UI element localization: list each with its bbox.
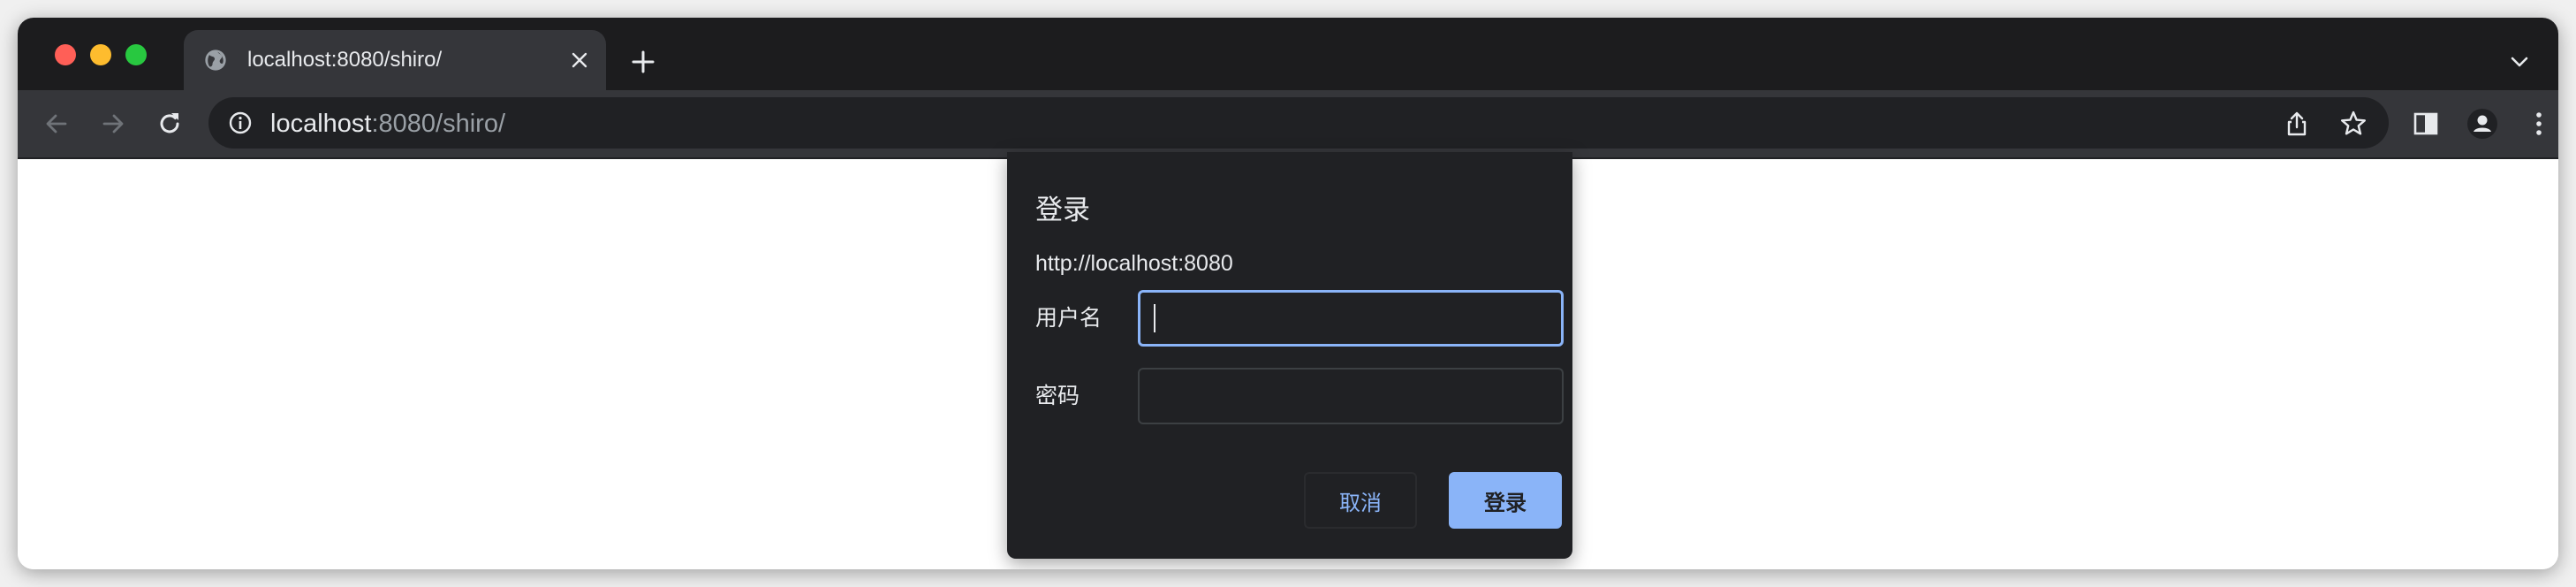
text-caret	[1154, 304, 1155, 332]
reload-button[interactable]	[152, 106, 187, 141]
username-field[interactable]	[1138, 290, 1564, 347]
back-arrow-icon	[46, 114, 67, 133]
tab-close-button[interactable]	[565, 46, 594, 74]
back-button[interactable]	[39, 106, 74, 141]
forward-button[interactable]	[95, 106, 131, 141]
more-menu-button[interactable]	[2521, 106, 2557, 141]
cancel-button[interactable]: 取消	[1304, 472, 1417, 529]
side-panel-button[interactable]	[2408, 106, 2443, 141]
browser-window: localhost:8080/shiro/ localhost:8080/shi…	[18, 18, 2558, 569]
star-icon	[2341, 111, 2366, 135]
profile-button[interactable]	[2465, 106, 2500, 141]
dialog-title: 登录	[1035, 194, 1090, 226]
new-tab-button[interactable]	[625, 44, 661, 80]
minimize-window-button[interactable]	[90, 44, 111, 65]
auth-dialog: 登录 http://localhost:8080 用户名 密码 取消 登录	[1007, 152, 1572, 559]
plus-icon	[632, 50, 655, 73]
bookmark-button[interactable]	[2337, 108, 2369, 140]
kebab-menu-icon	[2536, 112, 2542, 135]
password-label: 密码	[1035, 383, 1080, 408]
url-host: localhost	[270, 110, 372, 138]
fullscreen-window-button[interactable]	[125, 44, 147, 65]
reload-icon	[160, 113, 179, 133]
close-icon	[572, 52, 587, 68]
tab-active[interactable]: localhost:8080/shiro/	[184, 30, 606, 90]
close-window-button[interactable]	[55, 44, 76, 65]
side-panel-icon	[2413, 112, 2438, 135]
chevron-down-icon	[2511, 57, 2528, 67]
share-button[interactable]	[2281, 108, 2313, 140]
tab-search-button[interactable]	[2505, 48, 2534, 76]
tab-strip: localhost:8080/shiro/	[18, 18, 2558, 90]
toolbar: localhost:8080/shiro/	[18, 90, 2558, 159]
profile-icon	[2467, 109, 2497, 139]
username-label: 用户名	[1035, 305, 1102, 331]
password-field[interactable]	[1138, 368, 1564, 424]
dialog-origin: http://localhost:8080	[1035, 251, 1233, 276]
share-icon	[2287, 111, 2307, 136]
globe-icon	[205, 50, 226, 71]
login-button[interactable]: 登录	[1449, 472, 1562, 529]
info-icon[interactable]	[228, 111, 253, 135]
address-bar[interactable]: localhost:8080/shiro/	[208, 97, 2389, 149]
url-text[interactable]: localhost:8080/shiro/	[270, 109, 505, 139]
tab-title: localhost:8080/shiro/	[247, 48, 443, 72]
forward-arrow-icon	[102, 114, 124, 133]
url-path: :8080/shiro/	[371, 110, 506, 138]
